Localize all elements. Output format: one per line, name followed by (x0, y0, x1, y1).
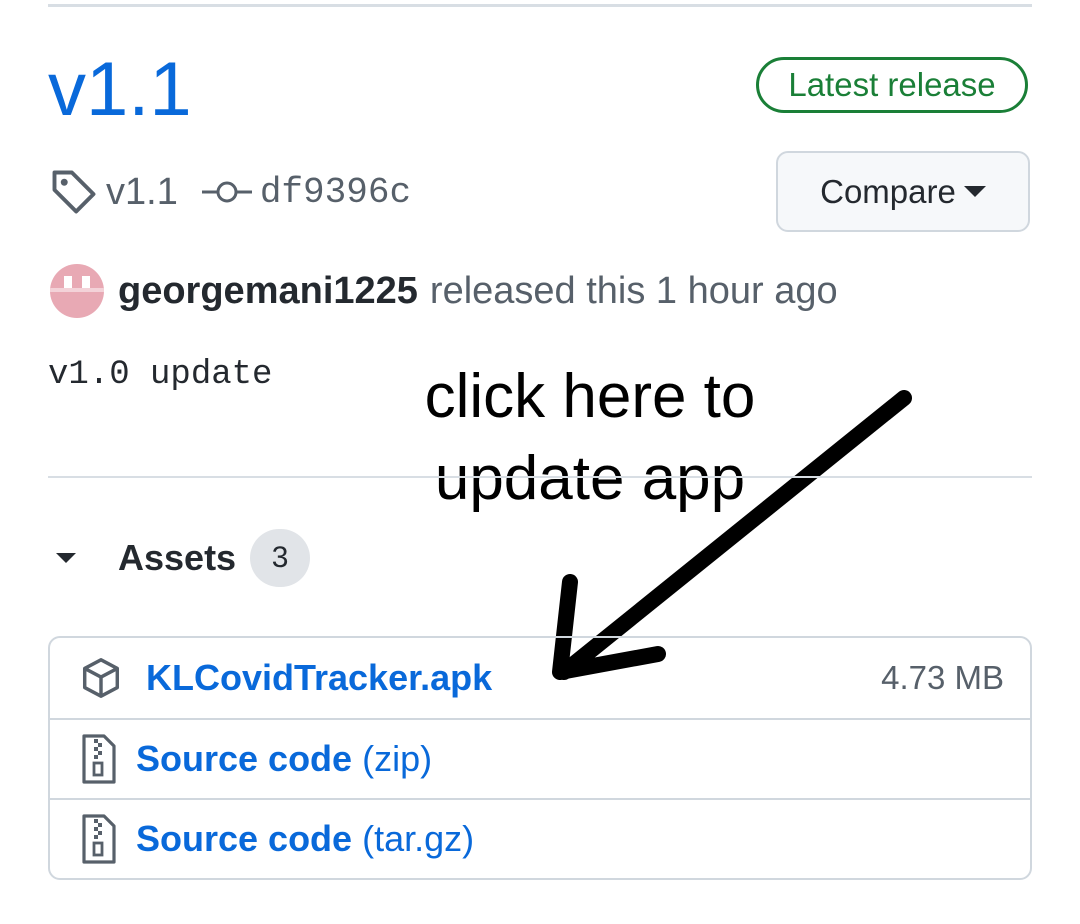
triangle-down-icon (56, 553, 76, 563)
compare-button-label: Compare (820, 172, 956, 210)
compare-button[interactable]: Compare (776, 151, 1030, 232)
assets-count-badge: 3 (250, 529, 311, 587)
avatar[interactable] (50, 264, 104, 318)
author-row: georgemani1225 released this 1 hour ago (50, 262, 838, 320)
asset-link-source-targz[interactable]: Source code (136, 818, 352, 860)
commit-link[interactable]: df9396c (260, 172, 411, 213)
tag-link[interactable]: v1.1 (106, 171, 178, 214)
latest-release-badge: Latest release (756, 57, 1028, 113)
package-icon (82, 658, 120, 698)
released-text: released this 1 hour ago (429, 269, 838, 312)
asset-link-source-zip[interactable]: Source code (136, 738, 352, 780)
file-zip-icon (82, 814, 116, 864)
release-meta: v1.1 df9396c (48, 164, 411, 220)
asset-row: Source code (tar.gz) (50, 798, 1030, 878)
release-title-link[interactable]: v1.1 (48, 48, 192, 132)
git-commit-icon (201, 181, 252, 203)
asset-size: 4.73 MB (881, 659, 1004, 696)
file-zip-icon (82, 734, 116, 784)
chevron-down-icon (963, 186, 986, 197)
assets-toggle[interactable]: Assets 3 (56, 529, 311, 587)
section-divider (48, 476, 1032, 478)
assets-heading: Assets (118, 537, 237, 578)
asset-row: KLCovidTracker.apk 4.73 MB (50, 638, 1030, 718)
author-link[interactable]: georgemani1225 (118, 270, 418, 313)
asset-row: Source code (zip) (50, 718, 1030, 798)
tag-icon (52, 170, 96, 214)
asset-format-zip[interactable]: (zip) (362, 738, 432, 780)
release-notes: v1.0 update (48, 356, 273, 394)
asset-link-apk[interactable]: KLCovidTracker.apk (146, 657, 492, 699)
assets-list: KLCovidTracker.apk 4.73 MB Source code (… (48, 636, 1032, 880)
top-divider (48, 4, 1032, 7)
asset-format-targz[interactable]: (tar.gz) (362, 818, 474, 860)
